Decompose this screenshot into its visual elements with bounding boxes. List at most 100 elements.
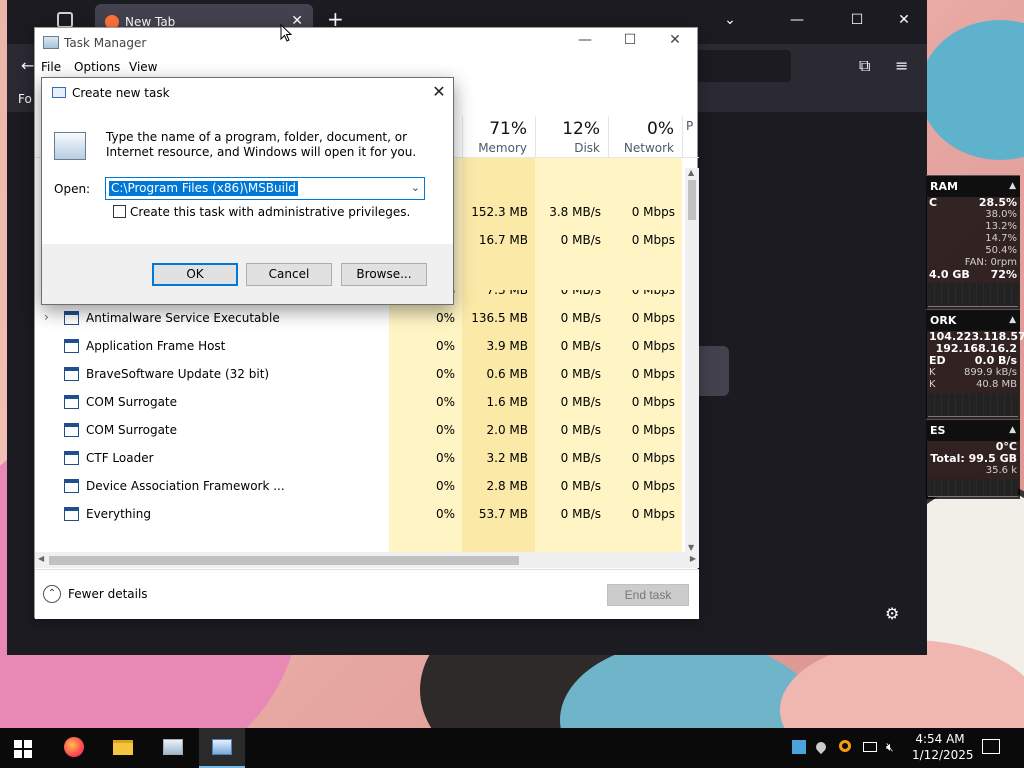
process-icon (64, 423, 79, 437)
widget-row: 35.6 k (926, 465, 1020, 477)
tab-list-icon[interactable] (57, 12, 73, 28)
disk-percent: 12% (562, 119, 600, 139)
cpu-cell: 0% (389, 416, 462, 444)
process-name-cell: CTF Loader (35, 444, 389, 472)
open-combobox[interactable]: C:\Program Files (x86)\MSBuild ⌄ (105, 177, 425, 200)
table-row[interactable]: Application Frame Host 0% 3.9 MB 0 MB/s 0 Mb… (35, 332, 685, 360)
scroll-left-icon[interactable]: ◀ (38, 554, 44, 563)
network-icon[interactable] (863, 742, 877, 752)
minimize-icon[interactable]: — (787, 12, 807, 28)
chevron-right-icon[interactable]: › (44, 310, 49, 324)
maximize-icon[interactable]: ☐ (619, 32, 641, 48)
network-cell: 0 Mbps (608, 198, 682, 226)
table-row[interactable]: Everything 0% 53.7 MB 0 MB/s 0 Mbps (35, 500, 685, 528)
collapse-icon[interactable]: ▲ (1009, 315, 1016, 325)
menu-icon[interactable]: ≡ (895, 56, 908, 75)
column-power[interactable]: P (682, 116, 699, 158)
scroll-down-icon[interactable]: ▼ (688, 543, 694, 552)
admin-privileges-checkbox[interactable] (113, 205, 126, 218)
memory-percent: 71% (489, 119, 527, 139)
bookmark-text[interactable]: Fo (18, 92, 32, 106)
maximize-icon[interactable]: ☐ (847, 12, 867, 28)
fewer-details-link[interactable]: Fewer details (68, 587, 148, 601)
tray-app-icon[interactable] (792, 740, 806, 754)
close-icon[interactable]: ✕ (664, 32, 686, 48)
open-label: Open: (54, 182, 91, 196)
notification-center-icon[interactable] (982, 739, 1000, 754)
taskbar-firefox[interactable] (51, 728, 97, 768)
horizontal-scrollbar[interactable]: ◀ ▶ (35, 552, 699, 568)
minimize-icon[interactable]: — (574, 32, 596, 48)
browse-button[interactable]: Browse... (341, 263, 427, 286)
table-row[interactable]: COM Surrogate 0% 1.6 MB 0 MB/s 0 Mbps (35, 388, 685, 416)
menu-file[interactable]: File (41, 60, 61, 74)
cancel-button[interactable]: Cancel (246, 263, 332, 286)
extensions-icon[interactable]: ⧉ (859, 56, 870, 76)
memory-cell: 136.5 MB (462, 304, 535, 332)
windows-start-icon[interactable] (14, 740, 32, 758)
end-task-button[interactable]: End task (607, 584, 689, 606)
table-row[interactable]: › Antimalware Service Executable 0% 136.5 M… (35, 304, 685, 332)
vertical-scrollbar[interactable]: ▲ ▼ (685, 168, 699, 552)
scroll-thumb[interactable] (49, 556, 519, 565)
chevron-down-icon[interactable]: ⌄ (411, 181, 420, 194)
table-row[interactable]: Device Association Framework ... 0% 2.8 MB… (35, 472, 685, 500)
close-window-icon[interactable]: ✕ (894, 12, 914, 28)
collapse-icon[interactable]: ▲ (1009, 425, 1016, 435)
taskbar-file-explorer[interactable] (100, 728, 146, 768)
drives-section-header: ES ▲ (926, 419, 1020, 441)
list-all-tabs-icon[interactable]: ⌄ (720, 12, 740, 28)
new-tab-icon[interactable]: + (327, 9, 344, 29)
close-icon[interactable]: ✕ (430, 82, 448, 101)
table-row[interactable]: CTF Loader 0% 3.2 MB 0 MB/s 0 Mbps (35, 444, 685, 472)
scroll-right-icon[interactable]: ▶ (690, 554, 696, 563)
table-row[interactable]: BraveSoftware Update (32 bit) 0% 0.6 MB 0 M… (35, 360, 685, 388)
system-monitor-widget: RAM ▲ C 28.5% 38.0% 13.2% 14.7% 50.4% FAN: 0rp… (926, 175, 1024, 499)
cpu-cell: 0% (389, 304, 462, 332)
column-memory[interactable]: 71% Memory (462, 116, 535, 158)
gear-icon[interactable]: ⚙ (885, 604, 899, 623)
taskbar-run-dialog[interactable] (199, 728, 245, 768)
process-icon (64, 339, 79, 353)
droplet-icon[interactable] (813, 739, 829, 755)
table-row[interactable]: COM Surrogate 0% 2.0 MB 0 MB/s 0 Mbps (35, 416, 685, 444)
process-name: Antimalware Service Executable (86, 311, 280, 325)
clock-time: 4:54 AM (915, 732, 965, 746)
cpu-cell: 0% (389, 360, 462, 388)
collapse-icon[interactable]: ▲ (1009, 181, 1016, 191)
column-network[interactable]: 0% Network (608, 116, 682, 158)
memory-cell: 7.3 MB (462, 290, 535, 304)
widget-row: Total: 99.5 GB (926, 453, 1020, 465)
disk-cell: 0 MB/s (535, 444, 608, 472)
taskbar-task-manager[interactable] (150, 728, 196, 768)
everything-search-icon[interactable] (839, 740, 851, 752)
network-cell: 0 Mbps (608, 290, 682, 304)
open-input-value[interactable]: C:\Program Files (x86)\MSBuild (109, 181, 298, 196)
process-name-cell: BraveSoftware Update (32 bit) (35, 360, 389, 388)
task-manager-titlebar[interactable]: Task Manager — ☐ ✕ (35, 28, 697, 56)
widget-row-value: 13.2% (985, 221, 1017, 232)
scroll-up-icon[interactable]: ▲ (688, 168, 694, 177)
network-cell: 0 Mbps (608, 500, 682, 528)
menu-view[interactable]: View (129, 60, 157, 74)
process-name: Device Association Framework ... (86, 479, 285, 493)
system-clock[interactable]: 4:54 AM 1/12/2025 (912, 731, 974, 763)
ok-button[interactable]: OK (152, 263, 238, 286)
widget-row-value: 38.0% (985, 209, 1017, 220)
volume-muted-icon[interactable]: 🔇︎ (886, 740, 902, 754)
ram-header-label: RAM (930, 180, 958, 193)
cpu-cell: 0% (389, 388, 462, 416)
network-cell: 0 Mbps (608, 360, 682, 388)
network-cell: 0 Mbps (608, 416, 682, 444)
memory-label: Memory (478, 141, 527, 155)
admin-privileges-label[interactable]: Create this task with administrative pri… (130, 205, 410, 219)
widget-row-label: ED (929, 354, 946, 367)
scroll-thumb[interactable] (688, 180, 696, 220)
back-icon[interactable]: ← (21, 56, 34, 75)
disk-cell: 0 MB/s (535, 332, 608, 360)
widget-row-label: C (929, 196, 938, 209)
column-disk[interactable]: 12% Disk (535, 116, 608, 158)
chevron-up-icon[interactable]: ⌃ (43, 585, 61, 603)
cpu-cell: 0% (389, 444, 462, 472)
menu-options[interactable]: Options (74, 60, 120, 74)
